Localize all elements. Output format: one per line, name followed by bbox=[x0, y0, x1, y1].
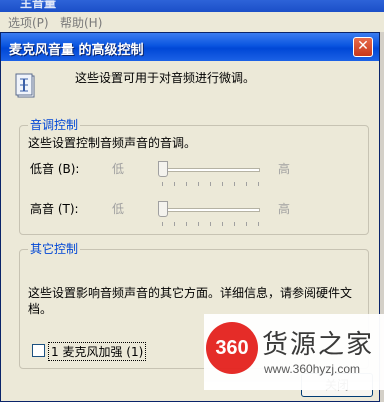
menu-options[interactable]: 选项(P) bbox=[8, 14, 49, 31]
bass-slider-track[interactable] bbox=[160, 168, 260, 172]
background-window-title: 主音量 bbox=[20, 0, 57, 10]
close-icon[interactable]: ✕ bbox=[353, 37, 373, 57]
treble-slider-thumb[interactable] bbox=[158, 201, 168, 217]
treble-high-label: 高 bbox=[278, 202, 291, 216]
intro-text: 这些设置可用于对音频进行微调。 bbox=[75, 71, 256, 85]
watermark-url: www.360hyzj.com bbox=[264, 362, 361, 376]
watermark-brand: 货源之家 bbox=[262, 330, 375, 360]
treble-slider-ticks bbox=[162, 222, 282, 228]
bass-high-label: 高 bbox=[278, 162, 291, 176]
treble-slider-track[interactable] bbox=[160, 208, 260, 212]
treble-label: 高音 (T): bbox=[30, 202, 79, 216]
tone-control-description: 这些设置控制音频声音的音调。 bbox=[28, 136, 197, 150]
watermark: 360 货源之家 www.360hyzj.com bbox=[204, 314, 384, 390]
other-control-description-line1: 这些设置影响音频声音的其它方面。详细信息，请参阅硬件文 bbox=[28, 286, 353, 300]
watermark-logo: 360 bbox=[206, 322, 258, 374]
tone-control-group: 音调控制 这些设置控制音频声音的音调。 低音 (B): 低 高 高音 (T): … bbox=[19, 116, 369, 235]
background-titlebar: 主音量 bbox=[0, 0, 384, 12]
treble-low-label: 低 bbox=[112, 202, 125, 216]
bass-low-label: 低 bbox=[112, 162, 125, 176]
mic-boost-label[interactable]: 1 麦克风加强 (1) bbox=[48, 342, 147, 361]
settings-document-icon bbox=[15, 73, 35, 98]
mic-boost-checkbox[interactable] bbox=[32, 344, 45, 357]
bass-label: 低音 (B): bbox=[30, 162, 80, 176]
other-control-legend: 其它控制 bbox=[28, 240, 81, 257]
background-menubar: 选项(P) 帮助(H) bbox=[0, 12, 384, 32]
dialog-title: 麦克风音量 的高级控制 bbox=[9, 43, 144, 58]
bass-slider-thumb[interactable] bbox=[158, 161, 168, 177]
tone-control-legend: 音调控制 bbox=[28, 116, 81, 133]
bass-slider-ticks bbox=[162, 182, 282, 188]
menu-help[interactable]: 帮助(H) bbox=[60, 14, 102, 31]
other-control-description-line2: 档。 bbox=[28, 302, 53, 316]
dialog-titlebar[interactable]: 麦克风音量 的高级控制 ✕ bbox=[1, 33, 379, 61]
